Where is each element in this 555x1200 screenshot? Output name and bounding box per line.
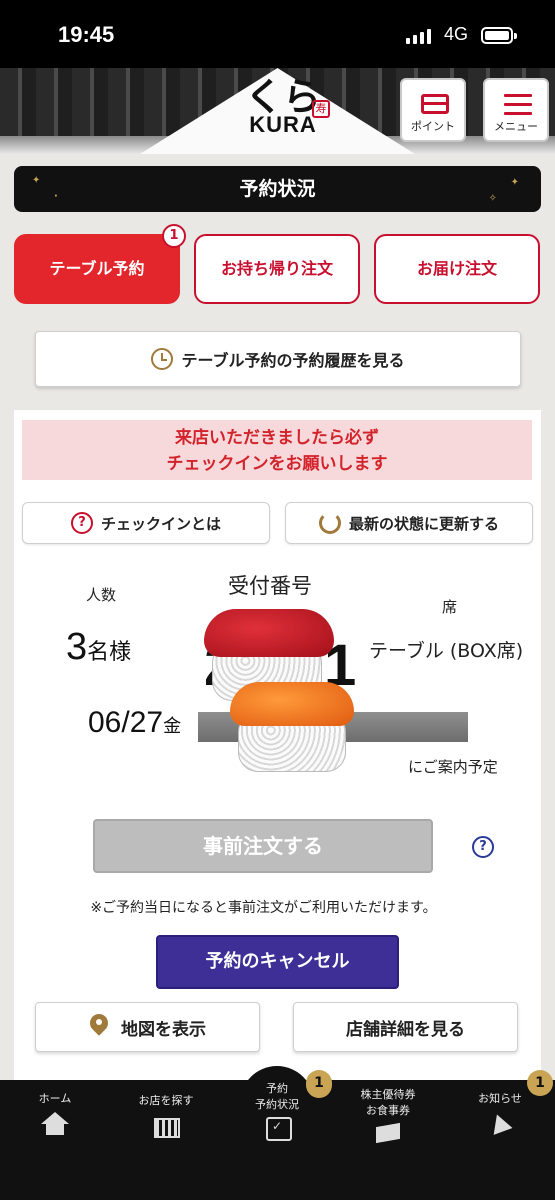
seat-type: テーブル (BOX席) xyxy=(369,640,524,662)
menu-button[interactable]: メニュー xyxy=(483,78,549,142)
tab-home[interactable]: ホーム xyxy=(5,1090,105,1136)
salmon-sushi-sticker xyxy=(228,682,358,777)
map-pin-icon xyxy=(89,1014,109,1040)
notification-badge: 1 xyxy=(527,1070,553,1096)
show-map-button[interactable]: 地図を表示 xyxy=(35,1002,260,1052)
reservation-history-button[interactable]: テーブル予約の予約履歴を見る xyxy=(35,331,521,387)
status-bar: 19:45 4G xyxy=(0,0,555,68)
preorder-note: ※ご予約当日になると事前注文がご利用いただけます。 xyxy=(90,900,437,916)
question-icon: ? xyxy=(70,512,93,534)
tab-table-reservation[interactable]: テーブル予約 1 xyxy=(14,224,186,304)
tab-delivery-order[interactable]: お届け注文 xyxy=(374,234,540,304)
receipt-number-label: 受付番号 xyxy=(228,574,312,598)
tab-find-store[interactable]: お店を探す xyxy=(116,1090,216,1138)
notification-badge: 1 xyxy=(162,224,186,248)
clock-icon xyxy=(151,348,174,370)
reservation-date: 06/27金 xyxy=(88,706,182,739)
help-icon[interactable]: ? xyxy=(472,836,494,858)
seat-label: 席 xyxy=(442,598,458,616)
signal-icon xyxy=(406,28,431,44)
store-details-button[interactable]: 店舗詳細を見る xyxy=(293,1002,518,1052)
clock: 19:45 xyxy=(58,22,115,47)
bell-icon xyxy=(486,1112,514,1136)
preorder-button[interactable]: 事前注文する xyxy=(93,819,433,873)
network-type: 4G xyxy=(444,24,469,44)
kura-logo[interactable]: くら KURA 寿 xyxy=(238,78,330,136)
ticket-icon xyxy=(374,1120,402,1144)
card-icon xyxy=(421,94,449,114)
battery-icon xyxy=(481,27,517,44)
home-icon xyxy=(41,1112,69,1136)
people-count: 3名様 xyxy=(66,626,132,668)
hamburger-icon xyxy=(504,94,532,116)
people-label: 人数 xyxy=(86,586,117,604)
tab-takeout-order[interactable]: お持ち帰り注文 xyxy=(194,234,360,304)
refresh-status-button[interactable]: 最新の状態に更新する xyxy=(285,502,533,544)
guide-text: にご案内予定 xyxy=(408,758,498,776)
bottom-tab-bar: ホーム お店を探す 予約 予約状況 1 株主優待券 お食事券 お知らせ 1 xyxy=(0,1066,555,1200)
logo-seal: 寿 xyxy=(312,100,330,118)
what-is-checkin-button[interactable]: ? チェックインとは xyxy=(22,502,270,544)
tab-shareholder-tickets[interactable]: 株主優待券 お食事券 xyxy=(338,1086,438,1144)
calendar-check-icon xyxy=(263,1114,292,1141)
checkin-notice: 来店いただきましたら必ず チェックインをお願いします xyxy=(22,420,532,480)
store-search-icon xyxy=(152,1114,180,1138)
points-button[interactable]: ポイント xyxy=(400,78,466,142)
refresh-icon xyxy=(318,512,341,534)
cancel-reservation-button[interactable]: 予約のキャンセル xyxy=(156,935,399,989)
notification-badge: 1 xyxy=(306,1070,332,1096)
tab-notifications[interactable]: お知らせ xyxy=(450,1090,550,1136)
page-title: ✦ · ✦ ✧ 予約状況 xyxy=(14,166,541,212)
